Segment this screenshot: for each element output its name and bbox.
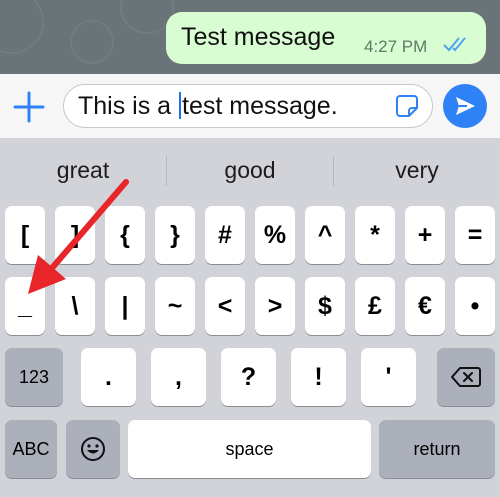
key-hash[interactable]: #	[205, 206, 245, 264]
wallpaper-doodle	[0, 0, 44, 54]
sent-message-bubble[interactable]: Test message 4:27 PM	[166, 12, 486, 64]
key-period[interactable]: .	[81, 348, 136, 406]
key-greater-than[interactable]: >	[255, 277, 295, 335]
key-left-bracket[interactable]: [	[5, 206, 45, 264]
backspace-key[interactable]	[437, 348, 495, 406]
emoji-icon	[81, 437, 105, 461]
wallpaper-doodle	[70, 20, 114, 64]
key-backslash[interactable]: \	[55, 277, 95, 335]
emoji-key[interactable]	[66, 420, 120, 478]
key-dollar[interactable]: $	[305, 277, 345, 335]
backspace-icon	[451, 367, 481, 387]
space-key[interactable]: space	[128, 420, 371, 478]
key-underscore[interactable]: _	[5, 277, 45, 335]
key-right-brace[interactable]: }	[155, 206, 195, 264]
compose-bar: This is a test message.	[0, 74, 500, 138]
message-input-text: This is a test message.	[78, 92, 338, 121]
key-less-than[interactable]: <	[205, 277, 245, 335]
key-asterisk[interactable]: *	[355, 206, 395, 264]
send-button[interactable]	[443, 84, 487, 128]
key-tilde[interactable]: ~	[155, 277, 195, 335]
key-euro[interactable]: €	[405, 277, 445, 335]
attach-plus-icon[interactable]	[12, 90, 46, 124]
key-equals[interactable]: =	[455, 206, 495, 264]
text-caret	[179, 92, 182, 119]
key-bullet[interactable]: •	[455, 277, 495, 335]
key-comma[interactable]: ,	[151, 348, 206, 406]
key-left-brace[interactable]: {	[105, 206, 145, 264]
keyboard: great good very [ ] { } # % ^ * + = _ \ …	[0, 138, 500, 497]
send-icon	[456, 97, 475, 115]
key-caret[interactable]: ^	[305, 206, 345, 264]
chat-background: Test message 4:27 PM	[0, 0, 500, 74]
abc-mode-key[interactable]: ABC	[5, 420, 57, 478]
key-apostrophe[interactable]: '	[361, 348, 416, 406]
suggestion-good[interactable]: good	[167, 150, 333, 190]
read-receipt-icon	[443, 37, 466, 52]
text-before-caret: This is a	[78, 92, 179, 120]
message-time: 4:27 PM	[364, 37, 428, 56]
key-percent[interactable]: %	[255, 206, 295, 264]
suggestion-great[interactable]: great	[0, 150, 166, 190]
text-after-caret: test message.	[182, 92, 338, 120]
suggestion-very[interactable]: very	[334, 150, 500, 190]
return-key[interactable]: return	[379, 420, 495, 478]
key-plus[interactable]: +	[405, 206, 445, 264]
message-input[interactable]: This is a test message.	[63, 84, 433, 128]
message-text: Test message	[181, 23, 336, 51]
key-right-bracket[interactable]: ]	[55, 206, 95, 264]
sticker-icon[interactable]	[395, 94, 419, 118]
numbers-mode-key[interactable]: 123	[5, 348, 63, 406]
key-pipe[interactable]: |	[105, 277, 145, 335]
key-exclamation[interactable]: !	[291, 348, 346, 406]
key-pound[interactable]: £	[355, 277, 395, 335]
key-question[interactable]: ?	[221, 348, 276, 406]
